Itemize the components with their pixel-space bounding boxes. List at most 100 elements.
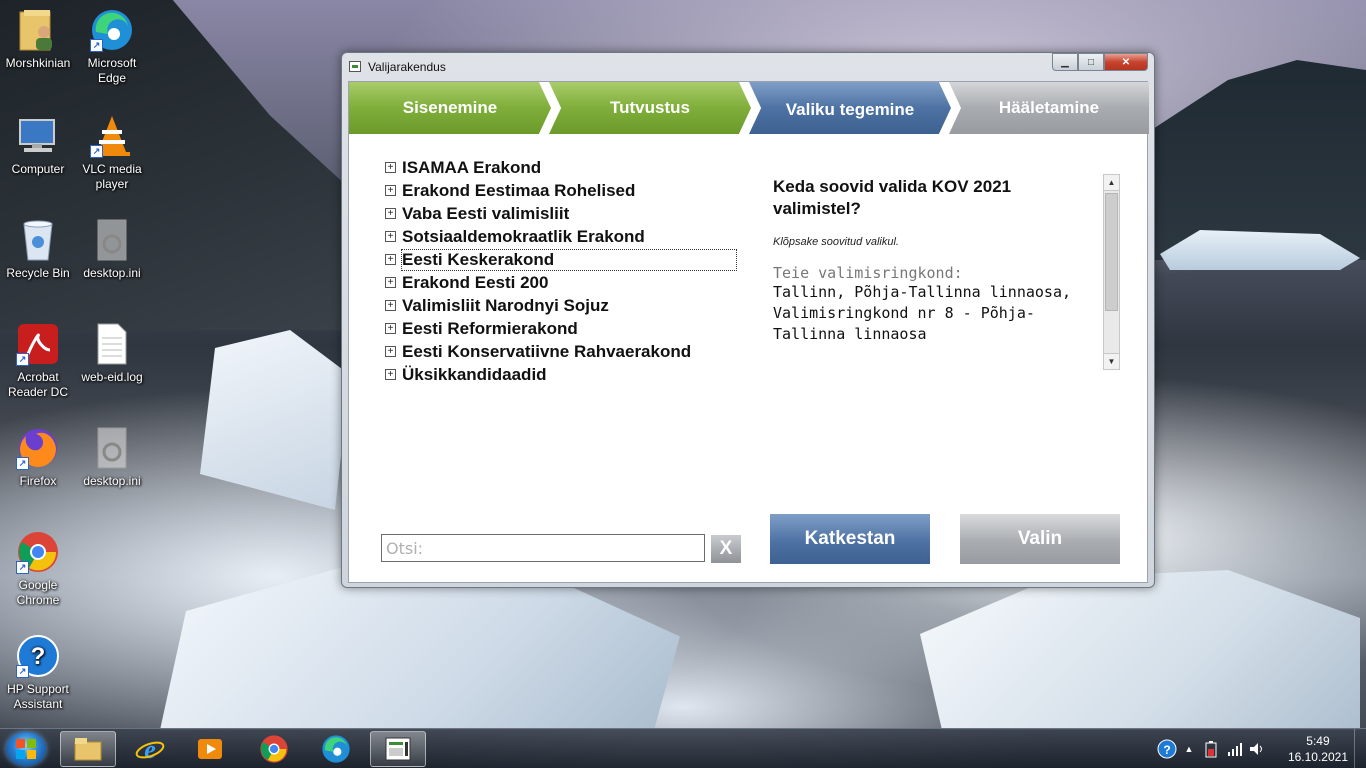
ie-icon: e xyxy=(135,735,165,764)
desktop-icon-label: Acrobat Reader DC xyxy=(7,370,69,399)
help-question-icon: ? ↗ xyxy=(16,634,60,678)
settings-file-icon xyxy=(90,426,134,470)
party-item[interactable]: + Erakond Eestimaa Rohelised xyxy=(385,179,745,202)
scroll-up-arrow-icon[interactable]: ▲ xyxy=(1104,175,1119,191)
expand-plus-icon[interactable]: + xyxy=(385,369,396,380)
desktop-icon-label: Morshkinian xyxy=(5,56,71,70)
desktop-icon-edge[interactable]: ↗ Microsoft Edge xyxy=(74,4,150,86)
text-file-icon xyxy=(90,322,134,366)
party-item[interactable]: + Sotsiaaldemokraatlik Erakond xyxy=(385,225,745,248)
taskbar-chrome[interactable] xyxy=(246,731,302,767)
expand-plus-icon[interactable]: + xyxy=(385,185,396,196)
help-tray-icon[interactable]: ? xyxy=(1156,739,1178,759)
chrome-icon xyxy=(260,735,288,763)
search-input[interactable] xyxy=(381,534,705,562)
desktop-icon-web-eid-log[interactable]: web-eid.log xyxy=(74,318,150,385)
show-desktop-button[interactable] xyxy=(1354,729,1366,768)
show-hidden-icons-chevron-icon[interactable]: ▲ xyxy=(1182,739,1196,759)
desktop-icon-label: web-eid.log xyxy=(81,370,143,384)
window-titlebar[interactable]: Valijarakendus ▁ □ ✕ xyxy=(342,53,1154,79)
app-icon xyxy=(349,61,361,72)
windows-logo-icon xyxy=(16,739,36,759)
party-item[interactable]: + Üksikkandidaadid xyxy=(385,363,745,386)
expand-plus-icon[interactable]: + xyxy=(385,277,396,288)
close-icon: ✕ xyxy=(1121,56,1131,68)
info-title: Keda soovid valida KOV 2021 valimistel? xyxy=(773,177,1012,218)
folder-icon xyxy=(74,738,102,761)
desktop-icon-label: Microsoft Edge xyxy=(87,56,137,85)
taskbar-edge[interactable] xyxy=(308,731,364,767)
shortcut-arrow-icon: ↗ xyxy=(16,665,29,678)
clear-search-button[interactable]: X xyxy=(711,535,741,563)
info-scrollbar[interactable]: ▲ ▼ xyxy=(1103,174,1120,370)
step-haaletamine: Hääletamine xyxy=(949,82,1149,134)
desktop-icon-firefox[interactable]: ↗ Firefox xyxy=(0,422,76,489)
desktop-icon-label: Computer xyxy=(11,162,65,176)
desktop-icon-label: Recycle Bin xyxy=(6,266,70,280)
scroll-down-arrow-icon[interactable]: ▼ xyxy=(1104,353,1119,369)
party-item[interactable]: + ISAMAA Erakond xyxy=(385,156,745,179)
desktop-icon-computer[interactable]: Computer xyxy=(0,110,76,177)
cancel-button[interactable]: Katkestan xyxy=(770,514,930,564)
step-tutvustus: Tutvustus xyxy=(549,82,751,134)
clock-time: 5:49 xyxy=(1306,734,1330,748)
party-item[interactable]: + Erakond Eesti 200 xyxy=(385,271,745,294)
svg-text:e: e xyxy=(144,735,156,764)
step-label: Valiku tegemine xyxy=(785,100,915,119)
party-item[interactable]: + Eesti Reformierakond xyxy=(385,317,745,340)
expand-plus-icon[interactable]: + xyxy=(385,323,396,334)
edge-icon: ↗ xyxy=(90,8,134,52)
choose-button[interactable]: Valin xyxy=(960,514,1120,564)
volume-icon[interactable] xyxy=(1248,739,1266,759)
desktop-icon-vlc[interactable]: ↗ VLC media player xyxy=(74,110,150,192)
party-item[interactable]: + Valimisliit Narodnyi Sojuz xyxy=(385,294,745,317)
voter-app-window: Valijarakendus ▁ □ ✕ Sisenemine Tutvustu… xyxy=(341,52,1155,588)
expand-plus-icon[interactable]: + xyxy=(385,208,396,219)
party-item[interactable]: + Eesti Keskerakond xyxy=(385,248,745,271)
expand-plus-icon[interactable]: + xyxy=(385,300,396,311)
party-label: Erakond Eestimaa Rohelised xyxy=(402,180,636,200)
battery-icon[interactable] xyxy=(1202,739,1220,759)
party-tree-list: + ISAMAA Erakond + Erakond Eestimaa Roheli… xyxy=(385,156,745,386)
edge-icon xyxy=(322,735,350,763)
svg-text:?: ? xyxy=(31,643,46,670)
clock[interactable]: 5:49 16.10.2021 xyxy=(1288,733,1348,765)
taskbar-media-player[interactable] xyxy=(182,731,238,767)
party-item[interactable]: + Vaba Eesti valimisliit xyxy=(385,202,745,225)
clock-date: 16.10.2021 xyxy=(1287,750,1348,764)
computer-icon xyxy=(16,114,60,158)
maximize-button[interactable]: □ xyxy=(1078,53,1104,71)
recycle-bin-icon xyxy=(16,218,60,262)
vlc-cone-icon: ↗ xyxy=(90,114,134,158)
step-label: Hääletamine xyxy=(998,98,1100,117)
wallpaper-ice xyxy=(920,570,1360,730)
network-signal-icon[interactable] xyxy=(1226,739,1244,759)
party-item[interactable]: + Eesti Konservatiivne Rahvaerakond xyxy=(385,340,745,363)
minimize-button[interactable]: ▁ xyxy=(1052,53,1078,71)
desktop-icon-chrome[interactable]: ↗ Google Chrome xyxy=(0,526,76,608)
district-value: Tallinn, Põhja-Tallinna linnaosa, Valimi… xyxy=(773,283,1072,343)
desktop-icon-desktop-ini-2[interactable]: desktop.ini xyxy=(74,422,150,489)
scroll-thumb[interactable] xyxy=(1105,193,1118,311)
close-button[interactable]: ✕ xyxy=(1104,53,1148,71)
desktop-icon-recycle-bin[interactable]: Recycle Bin xyxy=(0,214,76,281)
district-label: Teie valimisringkond: xyxy=(773,264,963,282)
party-label: Eesti Reformierakond xyxy=(402,318,578,338)
shortcut-arrow-icon: ↗ xyxy=(90,39,103,52)
expand-plus-icon[interactable]: + xyxy=(385,346,396,357)
desktop-icon-user-folder[interactable]: Morshkinian xyxy=(0,4,76,71)
desktop-icon-desktop-ini[interactable]: desktop.ini xyxy=(74,214,150,281)
desktop-icon-label: Firefox xyxy=(19,474,57,488)
expand-plus-icon[interactable]: + xyxy=(385,231,396,242)
shortcut-arrow-icon: ↗ xyxy=(16,561,29,574)
taskbar-voter-app[interactable] xyxy=(370,731,426,767)
desktop-icon-label: desktop.ini xyxy=(83,266,141,280)
expand-plus-icon[interactable]: + xyxy=(385,162,396,173)
expand-plus-icon[interactable]: + xyxy=(385,254,396,265)
desktop-icon-hp-support[interactable]: ? ↗ HP Support Assistant xyxy=(0,630,76,712)
taskbar-explorer[interactable] xyxy=(60,731,116,767)
start-button[interactable] xyxy=(6,732,46,766)
wallpaper-ice xyxy=(200,330,350,510)
desktop-icon-acrobat[interactable]: ↗ Acrobat Reader DC xyxy=(0,318,76,400)
taskbar-internet-explorer[interactable]: e xyxy=(122,731,178,767)
